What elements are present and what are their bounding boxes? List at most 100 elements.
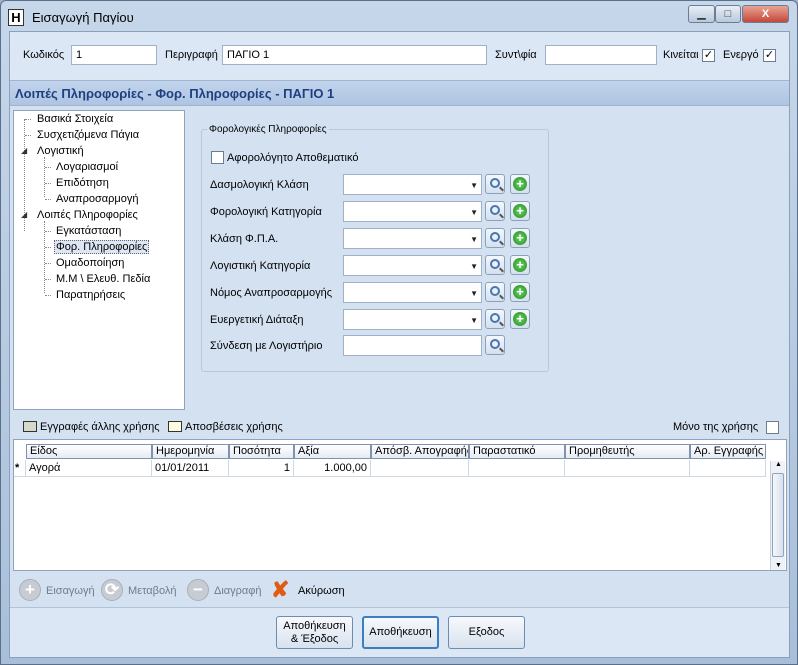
tree-item-notes[interactable]: Παρατηρήσεις xyxy=(56,289,125,301)
modify-label: Μεταβολή xyxy=(128,585,177,597)
search-button[interactable] xyxy=(485,255,505,275)
column-header[interactable]: Προμηθευτής xyxy=(565,444,690,459)
tree-item-tax-info[interactable]: Φορ. Πληροφορίες xyxy=(54,240,150,254)
add-button[interactable]: + xyxy=(510,174,530,194)
add-icon: + xyxy=(513,285,527,299)
search-button[interactable] xyxy=(485,174,505,194)
maximize-button[interactable]: □ xyxy=(715,5,741,23)
delete-button[interactable]: − Διαγραφή xyxy=(187,579,269,603)
column-header[interactable]: Ημερομηνία xyxy=(152,444,229,459)
tree-item-basic[interactable]: Βασικά Στοιχεία xyxy=(37,113,113,125)
header-fields: Κωδικός 1 Περιγραφή ΠΑΓΙΟ 1 Συντ\φία Κιν… xyxy=(10,32,789,80)
table-cell[interactable]: Αγορά xyxy=(26,460,152,477)
tax-info-group-title: Φορολογικές Πληροφορίες xyxy=(207,124,329,135)
collapse-arrow-icon[interactable]: ◢ xyxy=(21,210,27,219)
modify-button[interactable]: ⟳ Μεταβολή xyxy=(101,579,183,603)
accounting-category-combo[interactable]: ▼ xyxy=(343,255,482,276)
column-header[interactable]: Παραστατικό xyxy=(469,444,565,459)
tree-item-custom-fields[interactable]: Μ.Μ \ Ελευθ. Πεδία xyxy=(56,273,150,285)
only-year-checkbox[interactable] xyxy=(766,421,779,434)
description-field[interactable]: ΠΑΓΙΟ 1 xyxy=(222,45,487,65)
save-button[interactable]: Αποθήκευση xyxy=(362,616,439,649)
moving-checkbox[interactable]: ✓ xyxy=(702,49,715,62)
tree-line xyxy=(45,247,51,248)
code-field[interactable]: 1 xyxy=(71,45,157,65)
tree-item-revaluation[interactable]: Αναπροσαρμογή xyxy=(56,193,138,205)
search-icon xyxy=(490,232,500,242)
tax-category-combo[interactable]: ▼ xyxy=(343,201,482,222)
column-header[interactable]: Είδος xyxy=(26,444,152,459)
cancel-button[interactable]: ✘ Ακύρωση xyxy=(271,577,371,603)
tree-line xyxy=(45,183,51,184)
customs-class-combo[interactable]: ▼ xyxy=(343,174,482,195)
add-icon: + xyxy=(513,231,527,245)
coefficient-field[interactable] xyxy=(545,45,657,65)
customs-class-label: Δασμολογική Κλάση xyxy=(210,179,309,191)
table-cell[interactable]: 01/01/2011 xyxy=(152,460,229,477)
scroll-up-icon[interactable]: ▲ xyxy=(775,461,782,468)
tree-item-grouping[interactable]: Ομαδοποίηση xyxy=(56,257,124,269)
tax-free-reserve-checkbox[interactable] xyxy=(211,151,224,164)
close-button[interactable]: X xyxy=(742,5,789,23)
scroll-thumb[interactable] xyxy=(772,473,784,557)
add-button[interactable]: + xyxy=(510,201,530,221)
collapse-arrow-icon[interactable]: ◢ xyxy=(21,146,27,155)
table-cell[interactable] xyxy=(469,460,565,477)
tree-line xyxy=(45,231,51,232)
table-cell[interactable] xyxy=(565,460,690,477)
insert-button[interactable]: + Εισαγωγή xyxy=(19,579,99,603)
minimize-button[interactable]: ▁ xyxy=(688,5,715,23)
search-button[interactable] xyxy=(485,309,505,329)
active-checkbox[interactable]: ✓ xyxy=(763,49,776,62)
vertical-scrollbar[interactable]: ▲ ▼ xyxy=(770,461,785,570)
column-header[interactable]: Αρ. Εγγραφής xyxy=(690,444,766,459)
table-cell[interactable]: 1 xyxy=(229,460,294,477)
tree-item-other-info[interactable]: Λοιπές Πληροφορίες xyxy=(37,209,138,221)
exit-button[interactable]: Εξοδος xyxy=(448,616,525,649)
table-cell[interactable]: 1.000,00 xyxy=(294,460,371,477)
save-label: Αποθήκευση xyxy=(369,626,432,638)
search-icon xyxy=(490,205,500,215)
tree-item-accounting[interactable]: Λογιστική xyxy=(37,145,84,157)
exit-label: Εξοδος xyxy=(468,626,505,638)
revaluation-law-combo[interactable]: ▼ xyxy=(343,282,482,303)
description-label: Περιγραφή xyxy=(165,49,218,61)
column-header[interactable]: Απόσβ. Απογραφής xyxy=(371,444,469,459)
tree-item-installation[interactable]: Εγκατάσταση xyxy=(56,225,121,237)
add-button[interactable]: + xyxy=(510,309,530,329)
breadcrumb-band: Λοιπές Πληροφορίες - Φορ. Πληροφορίες - … xyxy=(10,80,789,106)
tree-item-subsidy[interactable]: Επιδότηση xyxy=(56,177,109,189)
ledger-link-field[interactable] xyxy=(343,335,482,356)
incentive-provision-combo[interactable]: ▼ xyxy=(343,309,482,330)
add-icon: + xyxy=(513,312,527,326)
depreciation-legend-label: Αποσβέσεις χρήσης xyxy=(185,421,283,433)
table-cell[interactable] xyxy=(371,460,469,477)
add-button[interactable]: + xyxy=(510,255,530,275)
tree-item-related-assets[interactable]: Συσχετιζόμενα Πάγια xyxy=(37,129,139,141)
table-cell[interactable] xyxy=(690,460,766,477)
dialog-body: Κωδικός 1 Περιγραφή ΠΑΓΙΟ 1 Συντ\φία Κιν… xyxy=(9,31,790,658)
tree-line xyxy=(45,199,51,200)
search-button[interactable] xyxy=(485,228,505,248)
add-button[interactable]: + xyxy=(510,282,530,302)
vat-class-combo[interactable]: ▼ xyxy=(343,228,482,249)
search-icon xyxy=(490,178,500,188)
column-header[interactable]: Αξία xyxy=(294,444,371,459)
dropdown-arrow-icon: ▼ xyxy=(470,262,478,271)
entries-grid: Είδος Ημερομηνία Ποσότητα Αξία Απόσβ. Απ… xyxy=(13,439,787,571)
title-bar[interactable]: Η Εισαγωγή Παγίου ▁ □ X xyxy=(1,1,797,31)
search-button[interactable] xyxy=(485,335,505,355)
column-header[interactable]: Ποσότητα xyxy=(229,444,294,459)
grid-options: Εγγραφές άλλης χρήσης Αποσβέσεις χρήσης … xyxy=(10,413,789,437)
tree-line xyxy=(45,279,51,280)
add-button[interactable]: + xyxy=(510,228,530,248)
tree-item-accounts[interactable]: Λογαριασμοί xyxy=(56,161,118,173)
save-and-exit-button[interactable]: Αποθήκευση & Έξοδος xyxy=(276,616,353,649)
search-button[interactable] xyxy=(485,282,505,302)
search-button[interactable] xyxy=(485,201,505,221)
app-icon: Η xyxy=(8,9,24,26)
tree-line xyxy=(25,135,31,136)
minus-icon: − xyxy=(187,579,209,601)
tax-info-panel: Φορολογικές Πληροφορίες Αφορολόγητο Αποθ… xyxy=(189,110,789,410)
scroll-down-icon[interactable]: ▼ xyxy=(775,562,782,569)
